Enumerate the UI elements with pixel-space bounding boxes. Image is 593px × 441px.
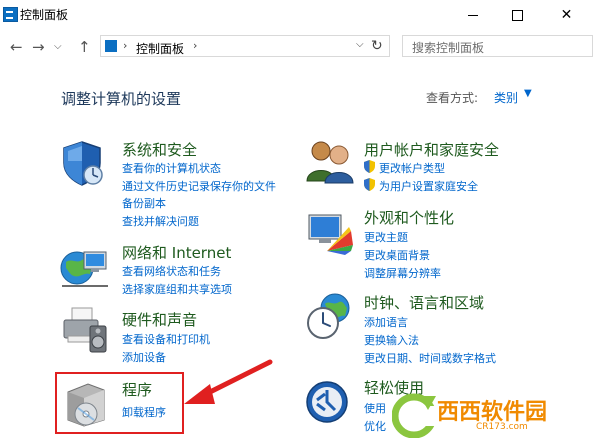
link-add-device[interactable]: 添加设备 [122,349,166,365]
link-screen-resolution[interactable]: 调整屏幕分辨率 [364,265,441,281]
printer-speaker-icon[interactable] [60,306,110,354]
minimize-button[interactable] [450,0,495,30]
link-change-input-method[interactable]: 更换输入法 [364,332,419,348]
uac-shield-icon [364,160,375,173]
watermark-subtext: CR173.com [476,422,528,432]
link-add-language[interactable]: 添加语言 [364,314,408,330]
window-title: 控制面板 [20,8,69,22]
highlight-box [55,372,184,434]
maximize-button[interactable] [495,0,540,30]
monitor-palette-icon[interactable] [305,211,355,257]
link-backup[interactable]: 备份副本 [122,195,166,211]
chevron-down-icon[interactable]: ⌵ [356,39,364,50]
link-devices-printers[interactable]: 查看设备和打印机 [122,331,210,347]
forward-icon[interactable]: → [32,38,45,56]
link-troubleshoot[interactable]: 查找并解决问题 [122,213,199,229]
network-globe-icon[interactable] [60,242,110,290]
view-by-dropdown-icon[interactable]: ▼ [524,88,532,99]
site-watermark: 西西软件园 CR173.com [392,392,593,441]
link-homegroup[interactable]: 选择家庭组和共享选项 [122,281,232,297]
shield-icon[interactable] [60,139,108,187]
category-network-internet[interactable]: 网络和 Internet [122,242,231,263]
control-panel-icon [105,40,117,52]
category-appearance[interactable]: 外观和个性化 [364,207,454,228]
close-button[interactable]: ✕ [540,0,593,30]
link-ease-of-access-use[interactable]: 使用 [364,400,386,416]
up-icon[interactable]: ↑ [78,38,91,56]
back-icon[interactable]: ← [10,38,23,56]
category-user-accounts[interactable]: 用户帐户和家庭安全 [364,139,499,160]
category-hardware-sound[interactable]: 硬件和声音 [122,309,197,330]
uac-shield-icon [364,178,375,191]
category-clock-language-region[interactable]: 时钟、语言和区域 [364,292,484,313]
link-file-history[interactable]: 通过文件历史记录保存你的文件 [122,178,276,194]
watermark-logo-icon [392,393,438,438]
link-view-computer-status[interactable]: 查看你的计算机状态 [122,160,221,176]
link-change-date-time-format[interactable]: 更改日期、时间或数字格式 [364,350,496,366]
recent-dropdown-icon[interactable]: ⌵ [54,41,62,52]
link-family-safety[interactable]: 为用户设置家庭安全 [379,178,478,194]
link-change-account-type[interactable]: 更改帐户类型 [379,160,445,176]
view-by-label: 查看方式: [426,91,479,105]
breadcrumb-control-panel[interactable]: 控制面板 [136,40,184,57]
link-ease-of-access-optimize[interactable]: 优化 [364,418,386,434]
category-system-security[interactable]: 系统和安全 [122,139,197,160]
refresh-icon[interactable]: ↻ [371,38,383,54]
page-title: 调整计算机的设置 [61,90,182,108]
link-change-theme[interactable]: 更改主题 [364,229,408,245]
ease-of-access-icon[interactable] [305,380,353,428]
view-by-select[interactable]: 类别 [494,89,518,106]
search-input[interactable]: 搜索控制面板 [402,35,593,57]
address-bar[interactable]: › 控制面板 › ⌵ ↻ [100,35,390,57]
clock-globe-icon[interactable] [305,292,355,340]
search-placeholder: 搜索控制面板 [412,41,485,55]
title-bar: 控制面板 ✕ [0,0,593,30]
control-panel-icon [3,7,18,22]
chevron-right-icon[interactable]: › [123,39,127,52]
annotation-arrow-icon [184,359,273,404]
navigation-bar: ← → ⌵ ↑ › 控制面板 › ⌵ ↻ 搜索控制面板 [0,32,593,62]
link-network-status[interactable]: 查看网络状态和任务 [122,263,221,279]
chevron-right-icon[interactable]: › [193,39,197,52]
users-icon[interactable] [305,139,355,185]
link-desktop-background[interactable]: 更改桌面背景 [364,247,430,263]
